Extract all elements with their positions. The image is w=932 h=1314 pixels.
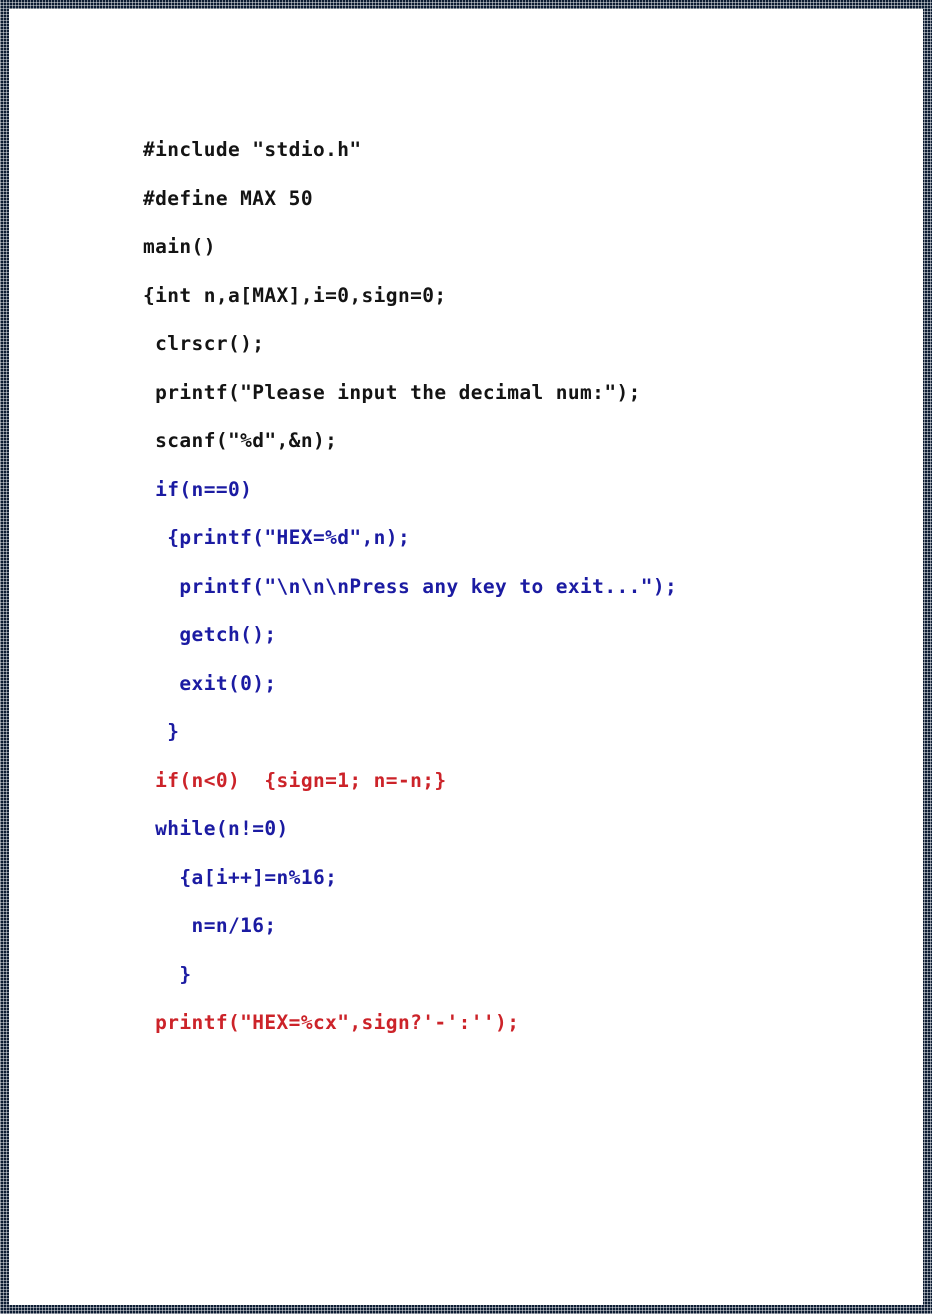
code-line: n=n/16; <box>143 914 277 937</box>
code-line: #define MAX 50 <box>143 186 313 210</box>
code-line: if(n<0) {sign=1; n=-n;} <box>143 768 447 792</box>
code-line: #include "stdio.h" <box>143 138 362 161</box>
code-line: } <box>143 720 180 743</box>
code-line: clrscr(); <box>143 332 265 355</box>
code-line: {int n,a[MAX],i=0,sign=0; <box>143 283 447 307</box>
code-line: printf("\n\n\nPress any key to exit...")… <box>143 574 678 598</box>
code-line: printf("Please input the decimal num:"); <box>143 380 641 404</box>
code-line: scanf("%d",&n); <box>143 429 338 452</box>
code-line: getch(); <box>143 623 277 646</box>
scanned-page: #include "stdio.h" #define MAX 50 main() {i… <box>0 0 932 1314</box>
code-line: {a[i++]=n%16; <box>143 865 338 889</box>
code-line: while(n!=0) <box>143 817 289 840</box>
code-line: if(n==0) <box>143 477 253 501</box>
code-line: } <box>143 962 192 986</box>
code-line: exit(0); <box>143 671 277 695</box>
code-line: printf("HEX=%cx",sign?'-':''); <box>143 1011 520 1034</box>
code-line: main() <box>143 235 216 258</box>
code-listing: #include "stdio.h" #define MAX 50 main() {i… <box>143 126 883 1048</box>
code-line: {printf("HEX=%d",n); <box>143 526 411 549</box>
